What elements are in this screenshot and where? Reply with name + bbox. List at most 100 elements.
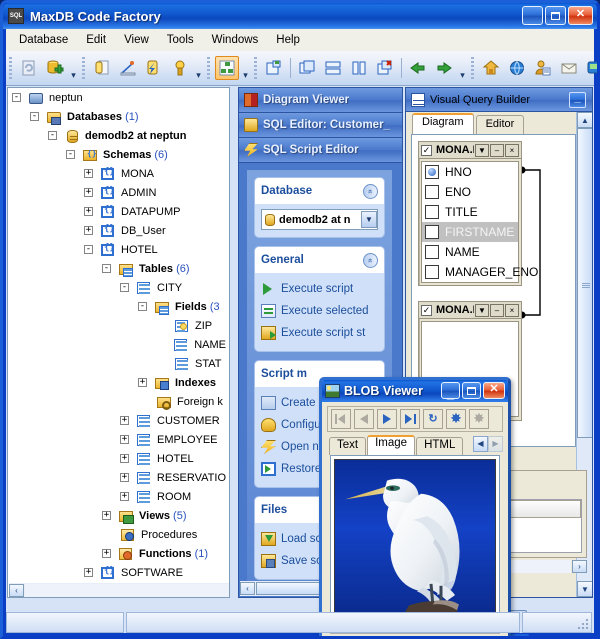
tree-item-hotel[interactable]: - HOTEL bbox=[8, 240, 229, 259]
field-checkbox[interactable] bbox=[425, 205, 439, 219]
tree-item-tables[interactable]: - Tables (6) bbox=[8, 259, 229, 278]
sql-script-editor-icon[interactable] bbox=[142, 56, 166, 80]
task-link-execute-step[interactable]: Execute script st bbox=[261, 322, 378, 344]
query-table-header[interactable]: ✓ MONA.HOT ... ▼ – × bbox=[419, 302, 521, 319]
collapse-toggle-icon[interactable]: - bbox=[12, 93, 21, 102]
tree-item-schemas[interactable]: - Schemas (6) bbox=[8, 145, 229, 164]
tree-item-foreign-k[interactable]: Foreign k bbox=[8, 392, 229, 411]
tab-image[interactable]: Image bbox=[367, 435, 416, 455]
add-database-icon[interactable] bbox=[43, 56, 67, 80]
blob-viewer-dialog[interactable]: BLOB Viewer _ ✕ ↻ Text Image HTML bbox=[319, 377, 511, 636]
expand-toggle-icon[interactable]: + bbox=[84, 226, 93, 235]
tree-item-fields[interactable]: - Fields (3 bbox=[8, 297, 229, 316]
sql-editor-icon[interactable] bbox=[90, 56, 114, 80]
vqb-caption-bar[interactable]: Visual Query Builder _ bbox=[405, 87, 593, 112]
task-link-execute-selected[interactable]: Execute selected bbox=[261, 300, 378, 322]
expand-toggle-icon[interactable]: + bbox=[138, 378, 147, 387]
toolbar-grip[interactable] bbox=[9, 57, 12, 79]
load-blob-button[interactable] bbox=[446, 409, 466, 429]
expand-toggle-icon[interactable]: + bbox=[120, 454, 129, 463]
cascade-icon[interactable] bbox=[295, 56, 319, 80]
dock-caption-sql-script-editor[interactable]: SQL Script Editor bbox=[238, 137, 403, 162]
tab-scroll-left[interactable]: ◀ bbox=[473, 436, 488, 452]
refresh-database-icon[interactable] bbox=[17, 56, 41, 80]
tree-item-reservatio[interactable]: + RESERVATIO bbox=[8, 468, 229, 487]
close-all-windows-icon[interactable] bbox=[373, 56, 397, 80]
field-checkbox[interactable] bbox=[425, 185, 439, 199]
tree-item-procedures[interactable]: Procedures bbox=[8, 525, 229, 544]
menu-item-help[interactable]: Help bbox=[267, 31, 309, 49]
new-window-icon[interactable] bbox=[262, 56, 286, 80]
tab-text[interactable]: Text bbox=[329, 437, 367, 455]
collapse-chevron-icon[interactable]: « bbox=[363, 183, 378, 199]
collapse-toggle-icon[interactable]: - bbox=[66, 150, 75, 159]
tab-editor[interactable]: Editor bbox=[475, 115, 525, 134]
scroll-up-button[interactable]: ▲ bbox=[577, 112, 592, 128]
menu-item-database[interactable]: Database bbox=[10, 31, 77, 49]
menu-item-tools[interactable]: Tools bbox=[158, 31, 203, 49]
grouping-scroll-right-button[interactable]: › bbox=[572, 560, 587, 573]
tile-horizontal-icon[interactable] bbox=[321, 56, 345, 80]
tab-html[interactable]: HTML bbox=[416, 437, 464, 455]
task-link-execute-script[interactable]: Execute script bbox=[261, 278, 378, 300]
blob-minimize-button[interactable]: _ bbox=[441, 382, 460, 400]
tree-item-name[interactable]: NAME bbox=[8, 335, 229, 354]
save-blob-button[interactable] bbox=[469, 409, 489, 429]
tree-item-hotel[interactable]: + HOTEL bbox=[8, 449, 229, 468]
blob-maximize-button[interactable] bbox=[462, 382, 481, 399]
collapse-toggle-icon[interactable]: - bbox=[84, 245, 93, 254]
user-registration-icon[interactable] bbox=[531, 56, 555, 80]
tree-item-demodb2-at-neptun[interactable]: - demodb2 at neptun bbox=[8, 126, 229, 145]
maximize-button[interactable] bbox=[545, 6, 566, 25]
expand-toggle-icon[interactable]: + bbox=[120, 492, 129, 501]
previous-record-button[interactable] bbox=[354, 409, 374, 429]
expand-toggle-icon[interactable]: + bbox=[119, 473, 129, 482]
menu-item-view[interactable]: View bbox=[115, 31, 158, 49]
table-menu-button[interactable]: ▼ bbox=[475, 303, 489, 317]
tree-item-room[interactable]: + ROOM bbox=[8, 487, 229, 506]
tree-item-neptun[interactable]: - neptun bbox=[8, 88, 229, 107]
toolbar-overflow-button[interactable]: ▾ bbox=[68, 56, 79, 80]
scroll-thumb[interactable] bbox=[577, 128, 592, 438]
tree-item-customer[interactable]: + CUSTOMER bbox=[8, 411, 229, 430]
mail-icon[interactable] bbox=[557, 56, 581, 80]
dock-caption-diagram-viewer[interactable]: Diagram Viewer bbox=[238, 87, 403, 112]
tree-item-functions[interactable]: + Functions (1) bbox=[8, 544, 229, 563]
tree-item-db-user[interactable]: + DB_User bbox=[8, 221, 229, 240]
table-menu-button[interactable]: ▼ bbox=[475, 143, 489, 157]
database-select[interactable]: demodb2 at n ▼ bbox=[261, 209, 378, 230]
expand-toggle-icon[interactable]: + bbox=[102, 549, 111, 558]
field-row[interactable]: TITLE bbox=[422, 202, 518, 222]
expand-toggle-icon[interactable]: + bbox=[120, 416, 129, 425]
toolbar-overflow-button[interactable]: ▾ bbox=[457, 56, 468, 80]
tree-item-views[interactable]: + Views (5) bbox=[8, 506, 229, 525]
menu-item-edit[interactable]: Edit bbox=[77, 31, 115, 49]
tab-diagram[interactable]: Diagram bbox=[412, 113, 474, 134]
globe-icon[interactable] bbox=[505, 56, 529, 80]
blob-close-button[interactable]: ✕ bbox=[483, 382, 505, 399]
first-record-button[interactable] bbox=[331, 409, 351, 429]
menu-item-windows[interactable]: Windows bbox=[203, 31, 268, 49]
refresh-button[interactable]: ↻ bbox=[423, 409, 443, 429]
scroll-left-button[interactable]: ‹ bbox=[240, 582, 255, 595]
collapse-toggle-icon[interactable]: - bbox=[102, 264, 111, 273]
back-arrow-icon[interactable] bbox=[406, 56, 430, 80]
chevron-down-icon[interactable]: ▼ bbox=[361, 211, 377, 228]
feedback-icon[interactable] bbox=[583, 56, 597, 80]
toolbar-grip[interactable] bbox=[207, 57, 210, 79]
collapse-toggle-icon[interactable]: - bbox=[120, 283, 129, 292]
tree-item-software[interactable]: + SOFTWARE bbox=[8, 563, 229, 582]
field-row[interactable]: HNO bbox=[422, 162, 518, 182]
tile-vertical-icon[interactable] bbox=[347, 56, 371, 80]
collapse-toggle-icon[interactable]: - bbox=[138, 302, 147, 311]
table-close-button[interactable]: × bbox=[505, 303, 519, 317]
diagram-viewer-icon[interactable] bbox=[215, 56, 239, 80]
table-collapse-button[interactable]: – bbox=[490, 143, 504, 157]
expand-toggle-icon[interactable]: + bbox=[84, 188, 93, 197]
query-table-header[interactable]: ✓ MONA.EMP... ▼ – × bbox=[419, 142, 521, 159]
tree-item-city[interactable]: - CITY bbox=[8, 278, 229, 297]
expand-toggle-icon[interactable]: + bbox=[102, 511, 111, 520]
toolbar-overflow-button[interactable]: ▾ bbox=[193, 56, 204, 80]
table-close-button[interactable]: × bbox=[505, 143, 519, 157]
select-all-checkbox[interactable]: ✓ bbox=[421, 144, 432, 156]
